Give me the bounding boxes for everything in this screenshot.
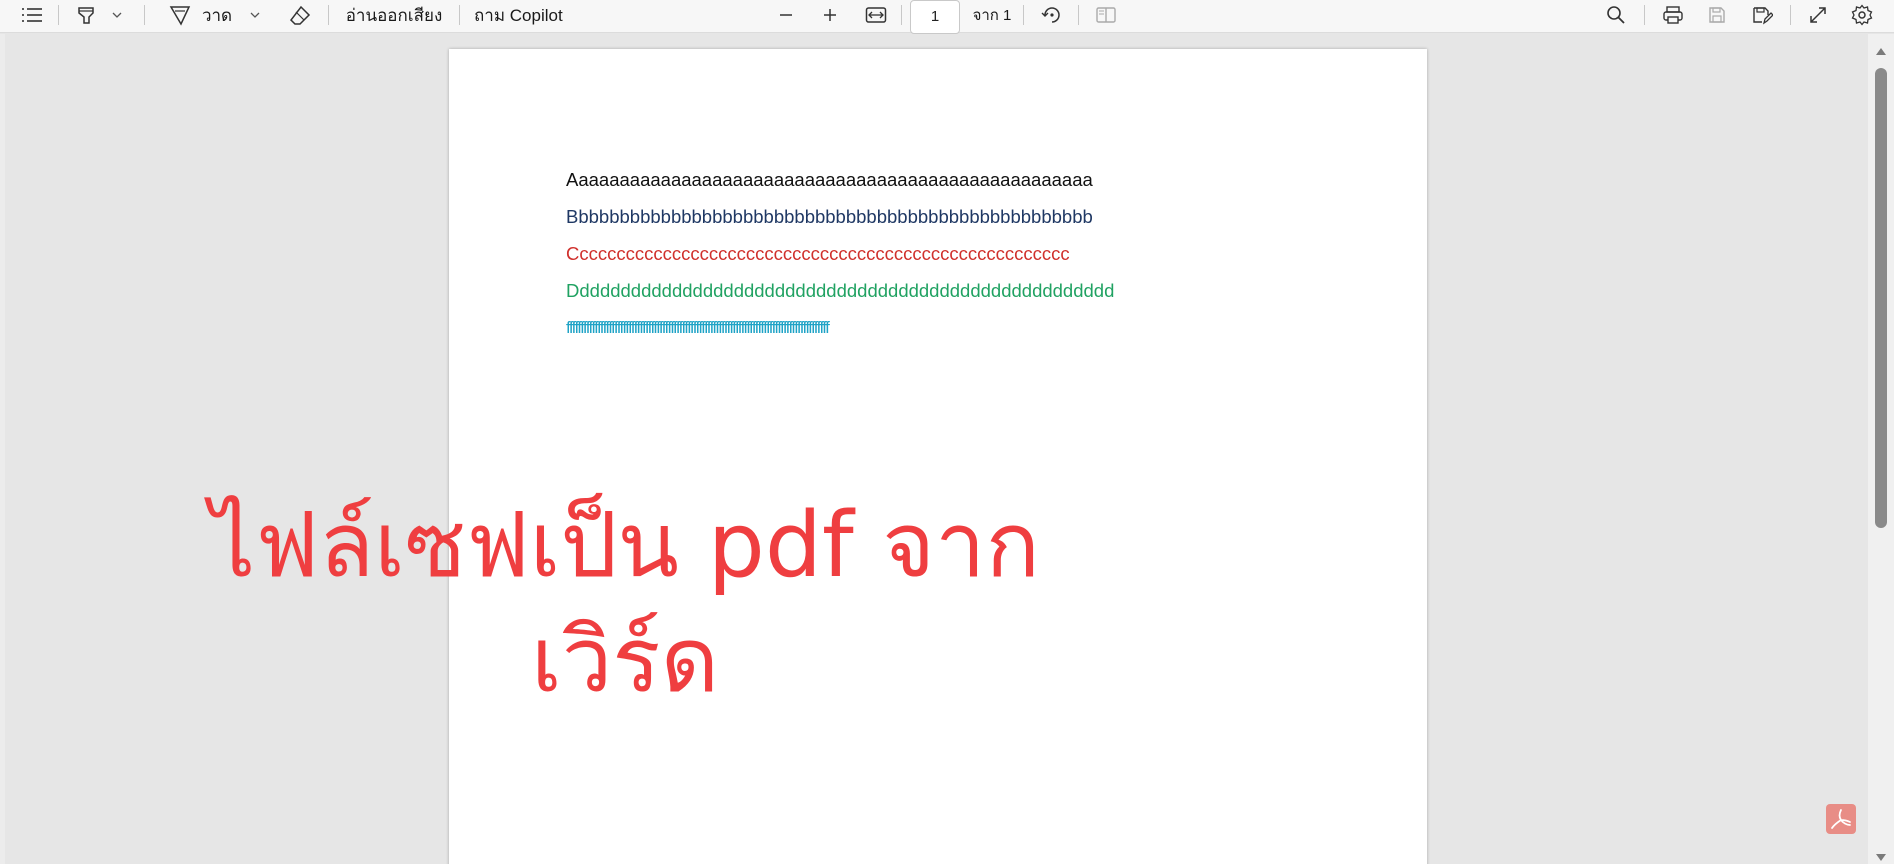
fullscreen-icon[interactable] xyxy=(1804,0,1832,30)
ask-copilot-button[interactable]: ถาม Copilot xyxy=(474,0,570,30)
draw-icon[interactable] xyxy=(166,0,194,30)
page-total-label: จาก 1 xyxy=(972,7,1012,24)
adobe-pdf-icon[interactable] xyxy=(1826,804,1856,834)
document-line-d: Dddddddddddddddddddddddddddddddddddddddd… xyxy=(566,280,1115,301)
draw-options-chevron-icon[interactable] xyxy=(246,0,264,30)
read-aloud-label: อ่านออกเสียง xyxy=(345,5,443,25)
caption-line-2: เวิร์ด xyxy=(530,608,720,713)
zoom-out-button[interactable] xyxy=(774,0,798,30)
two-page-icon[interactable] xyxy=(1092,0,1120,30)
search-icon[interactable] xyxy=(1602,0,1630,30)
ask-copilot-label: ถาม Copilot xyxy=(474,5,563,25)
document-line-a: Aaaaaaaaaaaaaaaaaaaaaaaaaaaaaaaaaaaaaaaa… xyxy=(566,169,1093,190)
settings-icon[interactable] xyxy=(1848,0,1876,30)
scrollbar-thumb[interactable] xyxy=(1875,68,1887,528)
save-as-icon[interactable] xyxy=(1748,0,1776,30)
draw-label: วาด xyxy=(201,5,233,25)
rotate-icon[interactable] xyxy=(1038,0,1066,30)
document-line-f: ffffffffffffffffffffffffffffffffffffffff… xyxy=(566,318,830,337)
page-number-input[interactable]: 1 xyxy=(910,0,960,34)
list-icon[interactable] xyxy=(18,0,46,30)
pdf-page: Aaaaaaaaaaaaaaaaaaaaaaaaaaaaaaaaaaaaaaaa… xyxy=(449,49,1427,864)
highlighter-icon[interactable] xyxy=(72,0,100,30)
page-total: จาก 1 xyxy=(970,0,1014,30)
fit-width-icon[interactable] xyxy=(862,0,890,30)
eraser-icon[interactable] xyxy=(286,0,314,30)
print-icon[interactable] xyxy=(1658,0,1688,30)
scroll-down-arrow-icon[interactable] xyxy=(1876,854,1886,861)
save-icon[interactable] xyxy=(1703,0,1731,30)
document-line-c: Cccccccccccccccccccccccccccccccccccccccc… xyxy=(566,243,1070,264)
read-aloud-button[interactable]: อ่านออกเสียง xyxy=(342,0,446,30)
caption-overlay: ไฟล์เซฟเป็น pdf จาก เวิร์ด xyxy=(190,488,1060,718)
caption-line-1: ไฟล์เซฟเป็น pdf จาก xyxy=(209,493,1041,598)
document-line-b: Bbbbbbbbbbbbbbbbbbbbbbbbbbbbbbbbbbbbbbbb… xyxy=(566,206,1093,227)
highlight-options-chevron-icon[interactable] xyxy=(108,0,126,30)
pdf-toolbar: วาด อ่านออกเสียง ถาม Copilot 1 จาก 1 xyxy=(0,0,1894,34)
zoom-in-button[interactable] xyxy=(818,0,842,30)
draw-button[interactable]: วาด xyxy=(202,0,232,30)
scroll-up-arrow-icon[interactable] xyxy=(1876,48,1886,55)
